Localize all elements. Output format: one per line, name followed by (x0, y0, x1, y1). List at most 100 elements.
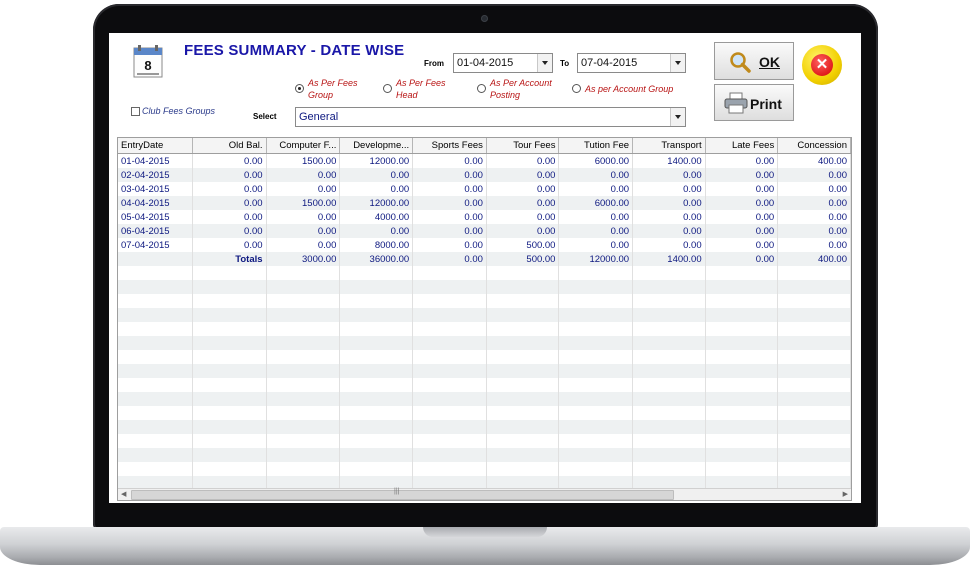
table-cell (412, 308, 487, 322)
table-cell (632, 294, 706, 308)
print-button[interactable]: Print (714, 84, 794, 121)
table-cell (266, 420, 341, 434)
column-header[interactable]: Transport (632, 138, 706, 154)
table-cell (486, 364, 560, 378)
to-label: To (560, 59, 570, 68)
table-cell: 0.00 (192, 224, 267, 238)
radio-fees-group[interactable] (295, 84, 304, 93)
group-select[interactable]: General (295, 107, 686, 127)
column-header[interactable]: EntryDate (118, 138, 194, 154)
chevron-down-icon[interactable] (537, 54, 552, 72)
table-cell (192, 448, 267, 462)
radio-account-group[interactable] (572, 84, 581, 93)
table-row[interactable]: 03-04-2015 0.00 0.00 0.00 0.00 0.00 0.00 0.00 0.… (118, 182, 851, 196)
empty-row (118, 294, 851, 308)
table-cell (705, 392, 779, 406)
total-cell: 0.00 (705, 252, 779, 266)
table-cell: 0.00 (412, 224, 487, 238)
totals-row: Totals 3000.00 36000.00 0.00 500.00 12000.00 1… (118, 252, 851, 266)
club-fees-checkbox[interactable] (131, 107, 140, 116)
column-header[interactable]: Computer F... (266, 138, 341, 154)
table-row[interactable]: 01-04-2015 0.00 1500.00 12000.00 0.00 0.00 600… (118, 153, 851, 168)
scrollbar-thumb[interactable]: ||| (131, 488, 674, 500)
table-cell (118, 252, 194, 266)
table-cell (486, 420, 560, 434)
table-row[interactable]: 04-04-2015 0.00 1500.00 12000.00 0.00 0.00 600… (118, 196, 851, 210)
table-cell (412, 420, 487, 434)
table-cell (705, 336, 779, 350)
table-cell (118, 350, 194, 364)
empty-row (118, 434, 851, 448)
scroll-right-icon[interactable]: ▶ (843, 489, 848, 500)
table-row[interactable]: 07-04-2015 0.00 0.00 8000.00 0.00 500.00 0.00 0… (118, 238, 851, 252)
table-cell (486, 308, 560, 322)
table-row[interactable]: 05-04-2015 0.00 0.00 4000.00 0.00 0.00 0.00 0.0… (118, 210, 851, 224)
table-cell: 1500.00 (266, 196, 341, 210)
to-date-field[interactable]: 07-04-2015 (577, 53, 686, 73)
radio-fees-head[interactable] (383, 84, 392, 93)
table-row[interactable]: 06-04-2015 0.00 0.00 0.00 0.00 0.00 0.00 0.00 0.… (118, 224, 851, 238)
totals-label: Totals (192, 252, 267, 266)
empty-row (118, 364, 851, 378)
from-date-field[interactable]: 01-04-2015 (453, 53, 553, 73)
empty-row (118, 266, 851, 280)
table-cell: 0.00 (777, 210, 851, 224)
table-cell: 0.00 (632, 238, 706, 252)
table-cell: 07-04-2015 (118, 238, 194, 252)
table-cell (339, 378, 414, 392)
empty-row (118, 336, 851, 350)
table-cell: 0.00 (632, 168, 706, 182)
table-cell (412, 462, 487, 476)
table-cell: 8000.00 (339, 238, 414, 252)
table-cell (192, 336, 267, 350)
column-header[interactable]: Concession (777, 138, 851, 154)
table-cell (486, 448, 560, 462)
table-cell (412, 336, 487, 350)
table-cell (777, 280, 851, 294)
table-cell (777, 350, 851, 364)
table-cell (632, 420, 706, 434)
table-cell (192, 420, 267, 434)
table-cell: 0.00 (192, 238, 267, 252)
chevron-down-icon[interactable] (670, 108, 685, 126)
table-cell (777, 406, 851, 420)
table-cell (486, 434, 560, 448)
svg-text:8: 8 (144, 58, 151, 73)
radio-account-posting[interactable] (477, 84, 486, 93)
column-header[interactable]: Tution Fee (558, 138, 634, 154)
column-header[interactable]: Old Bal. (192, 138, 267, 154)
table-cell: 0.00 (777, 196, 851, 210)
table-row[interactable]: 02-04-2015 0.00 0.00 0.00 0.00 0.00 0.00 0.00 0.… (118, 168, 851, 182)
print-button-label: Print (750, 96, 782, 112)
fees-grid[interactable]: EntryDate Old Bal. Computer F... Developme.… (117, 137, 852, 501)
empty-row (118, 406, 851, 420)
column-header[interactable]: Tour Fees (486, 138, 560, 154)
table-cell (486, 378, 560, 392)
table-cell (558, 322, 634, 336)
table-cell (192, 462, 267, 476)
table-cell (486, 406, 560, 420)
select-label: Select (253, 112, 277, 121)
chevron-down-icon[interactable] (670, 54, 685, 72)
table-cell: 0.00 (486, 168, 560, 182)
column-header[interactable]: Developme... (339, 138, 414, 154)
table-cell (705, 378, 779, 392)
table-cell: 0.00 (558, 238, 634, 252)
table-cell: 0.00 (777, 238, 851, 252)
column-header[interactable]: Sports Fees (412, 138, 487, 154)
table-cell (118, 336, 194, 350)
table-cell (632, 392, 706, 406)
table-cell: 02-04-2015 (118, 168, 194, 182)
column-header[interactable]: Late Fees (705, 138, 779, 154)
table-cell: 4000.00 (339, 210, 414, 224)
ok-button[interactable]: OK (714, 42, 794, 80)
table-cell (486, 266, 560, 280)
scroll-left-icon[interactable]: ◀ (121, 489, 126, 500)
grip-icon: ||| (394, 488, 400, 495)
close-button[interactable]: ✕ (802, 45, 842, 85)
empty-row (118, 420, 851, 434)
table-cell (339, 336, 414, 350)
table-cell (632, 280, 706, 294)
horizontal-scrollbar[interactable]: ◀ ||| ▶ (118, 488, 851, 500)
table-cell: 0.00 (558, 168, 634, 182)
